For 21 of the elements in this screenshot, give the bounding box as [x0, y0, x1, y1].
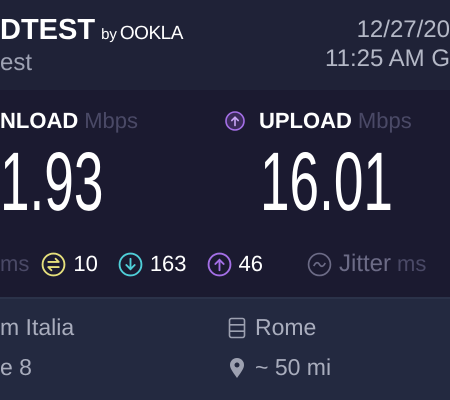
- wave-icon: [307, 252, 332, 276]
- server-city: Rome: [255, 314, 316, 341]
- logo-brand: OOKLA: [120, 23, 183, 45]
- ping-value: 163: [150, 251, 187, 277]
- test-date: 12/27/20: [356, 15, 450, 44]
- server-icon: [228, 316, 246, 338]
- provider-name: m Italia: [0, 314, 76, 341]
- logo-wordmark: DTEST: [0, 14, 96, 47]
- logo-by: by: [101, 26, 117, 43]
- subtitle: est: [0, 49, 34, 77]
- jitter-label: Jitter: [339, 250, 392, 278]
- speed-value: 16.01: [260, 142, 393, 222]
- ping-value: 46: [238, 251, 264, 277]
- location-pin-icon: [228, 356, 246, 378]
- result-label: UPLOAD: [259, 108, 352, 134]
- speed-value: 1.93: [0, 142, 104, 222]
- result-label: NLOAD: [0, 108, 78, 134]
- ping-value: 10: [73, 251, 98, 277]
- provider-detail: e 8: [0, 354, 33, 381]
- test-time: 11:25 AM G: [325, 44, 450, 73]
- server-distance: ~ 50 mi: [255, 354, 332, 381]
